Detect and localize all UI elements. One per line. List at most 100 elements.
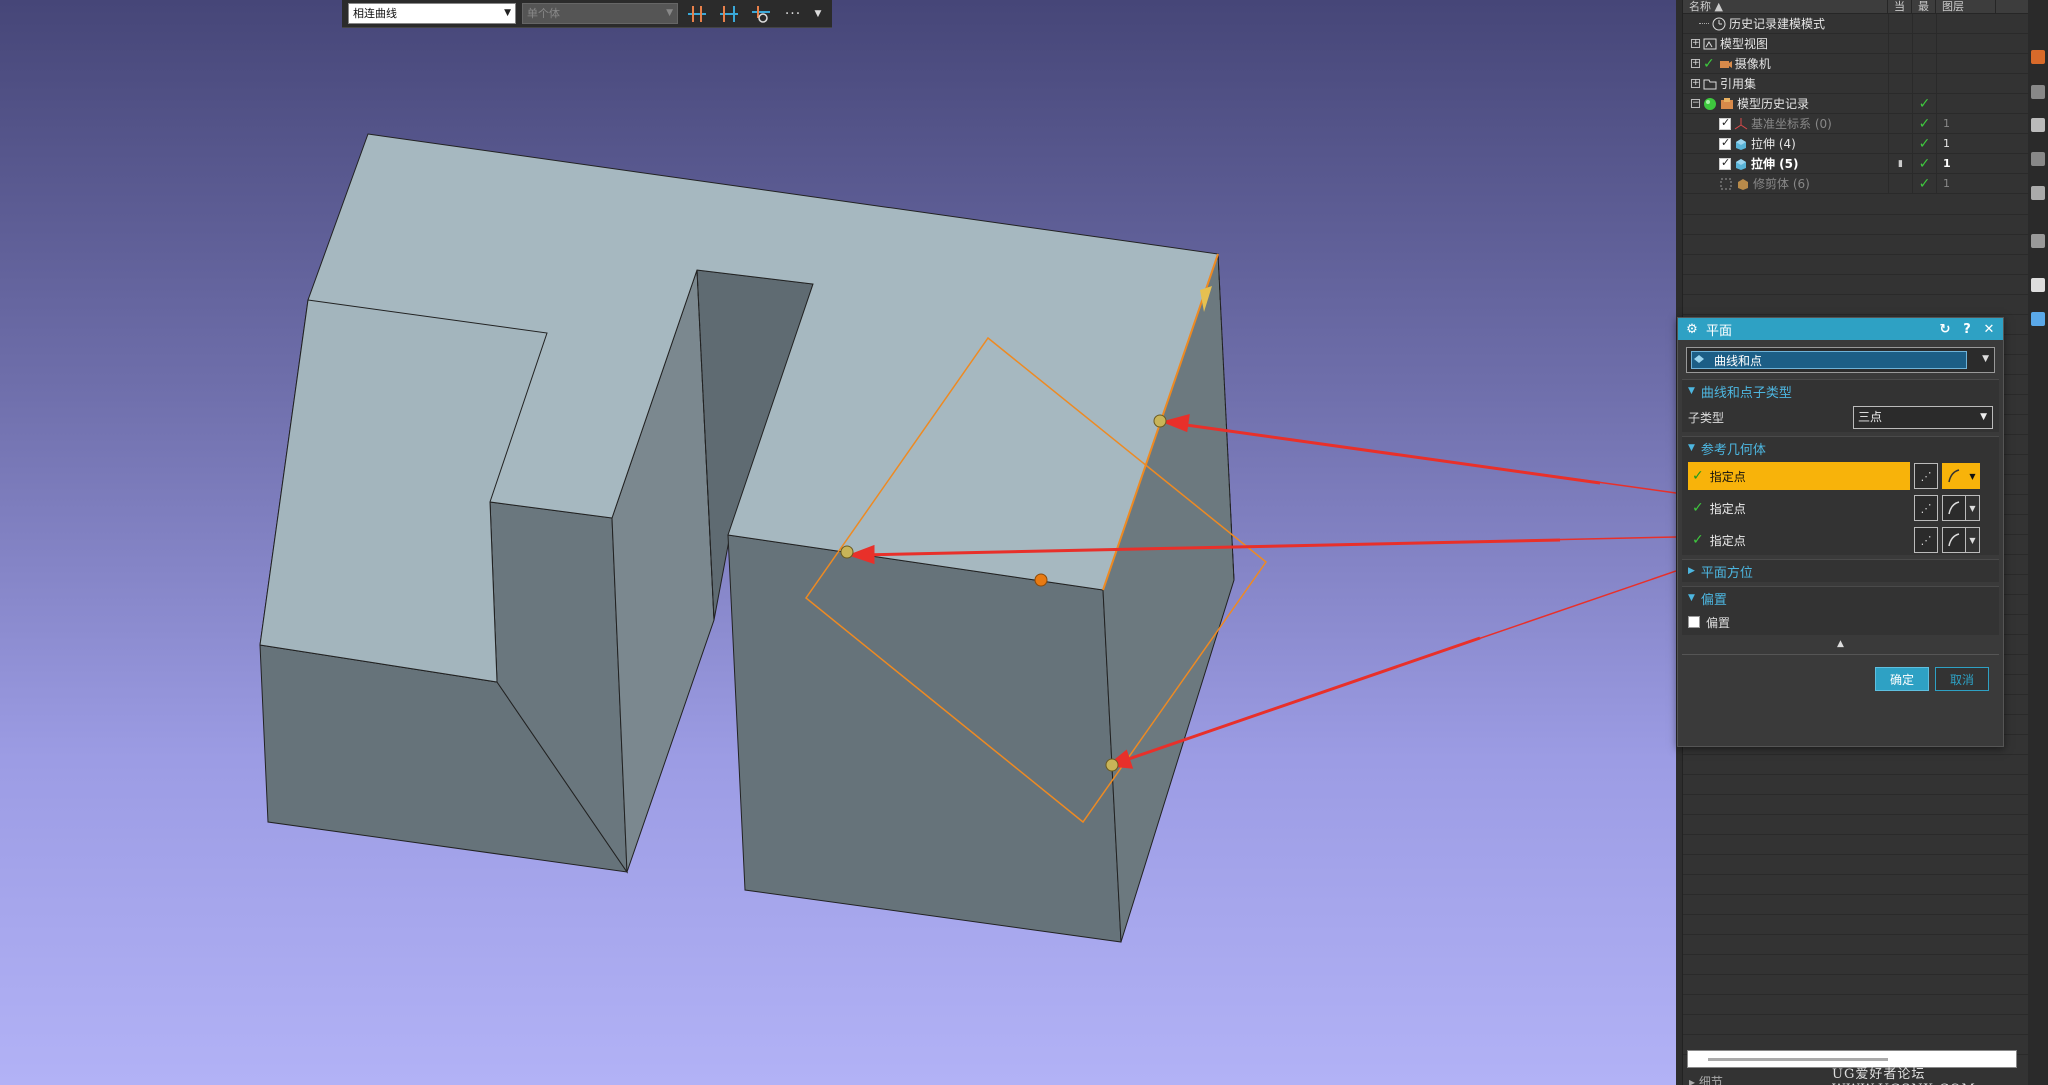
- help-icon[interactable]: ?: [1959, 322, 1975, 337]
- chevron-down-icon: ▼: [1980, 411, 1987, 422]
- tree-item-label: 摄像机: [1734, 57, 1771, 71]
- specify-point-2-row[interactable]: ✓ 指定点 ⋰ ▼: [1688, 493, 1993, 523]
- plane-type-select[interactable]: 曲线和点 ▼: [1686, 347, 1995, 373]
- point-dialog-button[interactable]: ⋰: [1914, 527, 1938, 553]
- offset-checkbox[interactable]: [1688, 616, 1700, 628]
- reference-section-header[interactable]: ▼ 参考几何体: [1682, 437, 1999, 459]
- specify-point-1-row[interactable]: ✓ 指定点 ⋰ ▼: [1688, 461, 1993, 491]
- column-current[interactable]: 当: [1888, 0, 1912, 13]
- web-browser-icon[interactable]: [2031, 186, 2045, 200]
- plane-dialog: ⚙ 平面 ↻ ? ✕ 曲线和点 ▼ ▼ 曲线和点子类型 子类型 三点 ▼ ▼ 参…: [1677, 317, 2004, 747]
- tree-item-trim-body-6[interactable]: 修剪体 (6) ✓ 1: [1683, 174, 2028, 194]
- curve-rule-select[interactable]: 相连曲线 ▼: [348, 3, 516, 24]
- collapse-triangle-icon: ▼: [1688, 386, 1695, 396]
- dialog-collapse-toggle[interactable]: ▲: [1682, 639, 1999, 655]
- specify-point-3-row[interactable]: ✓ 指定点 ⋰ ▼: [1688, 525, 1993, 555]
- subtype-section-header[interactable]: ▼ 曲线和点子类型: [1682, 380, 1999, 402]
- constraint-navigator-icon[interactable]: [2031, 85, 2045, 99]
- scrollbar-thumb[interactable]: [1708, 1058, 1888, 1061]
- model-view-icon: [1703, 37, 1717, 51]
- check-icon: ✓: [1692, 500, 1704, 516]
- latest-check-icon: ✓: [1918, 135, 1931, 152]
- column-name[interactable]: 名称 ▲: [1683, 0, 1888, 13]
- tree-item-cameras[interactable]: + ✓ 摄像机: [1683, 54, 2028, 74]
- roles-icon[interactable]: [2031, 312, 2045, 326]
- tree-item-model-history[interactable]: − 模型历史记录 ✓: [1683, 94, 2028, 114]
- subtype-label: 子类型: [1688, 410, 1725, 425]
- latest-check-icon: ✓: [1918, 155, 1931, 172]
- clock-icon[interactable]: [2031, 278, 2045, 292]
- green-ball-icon: [1703, 97, 1717, 111]
- tree-item-reference-sets[interactable]: + 引用集: [1683, 74, 2028, 94]
- specify-point-label: 指定点: [1709, 501, 1746, 516]
- part-navigator-icon[interactable]: [2031, 118, 2045, 132]
- reuse-library-icon[interactable]: [2031, 152, 2045, 166]
- tree-item-label: 拉伸 (5): [1751, 157, 1799, 171]
- point-dialog-button[interactable]: ⋰: [1914, 463, 1938, 489]
- cancel-button[interactable]: 取消: [1935, 667, 1989, 691]
- collapse-triangle-icon: ▼: [1688, 593, 1695, 603]
- collapse-icon[interactable]: −: [1691, 99, 1700, 108]
- check-icon: ✓: [1692, 468, 1704, 484]
- gear-icon[interactable]: ⚙: [1684, 322, 1700, 337]
- close-icon[interactable]: ✕: [1981, 322, 1997, 337]
- latest-check-icon: ✓: [1918, 95, 1931, 112]
- subtype-select[interactable]: 三点 ▼: [1853, 405, 1993, 429]
- dialog-title-bar[interactable]: ⚙ 平面 ↻ ? ✕: [1678, 318, 2003, 340]
- visibility-checkbox[interactable]: [1719, 116, 1731, 130]
- tree-item-label: 拉伸 (4): [1751, 137, 1796, 151]
- reset-icon[interactable]: ↻: [1937, 322, 1953, 337]
- details-panel-header[interactable]: ▸ 细节: [1689, 1073, 1723, 1085]
- picked-point-2[interactable]: [840, 545, 854, 559]
- ok-button[interactable]: 确定: [1875, 667, 1929, 691]
- point-type-dropdown[interactable]: ▼: [1966, 495, 1980, 521]
- column-layer[interactable]: 图层: [1936, 0, 1996, 13]
- body-filter-select[interactable]: 单个体 ▼: [522, 3, 678, 24]
- orientation-section-header[interactable]: ▶ 平面方位: [1682, 560, 1999, 582]
- trim-body-icon: [1736, 177, 1750, 191]
- assembly-navigator-icon[interactable]: [2031, 50, 2045, 64]
- tree-item-history-mode[interactable]: 历史记录建模模式: [1683, 14, 2028, 34]
- toolbar-dropdown-icon[interactable]: ▼: [812, 3, 824, 25]
- expand-icon[interactable]: +: [1691, 59, 1700, 68]
- resource-bar: [2028, 0, 2048, 1085]
- follow-fillet-icon[interactable]: [716, 3, 742, 25]
- graphics-viewport[interactable]: 相连曲线 ▼ 单个体 ▼ ··· ▼: [0, 0, 1676, 1085]
- subtype-section: ▼ 曲线和点子类型 子类型 三点 ▼: [1682, 379, 1999, 432]
- picked-point-3[interactable]: [1105, 758, 1119, 772]
- visibility-checkbox[interactable]: [1719, 136, 1731, 150]
- chevron-down-icon: ▼: [504, 8, 511, 18]
- visibility-checkbox[interactable]: [1719, 156, 1731, 170]
- inferred-point-button[interactable]: [1942, 527, 1966, 553]
- point-type-dropdown[interactable]: ▼: [1966, 527, 1980, 553]
- tree-item-label: 基准坐标系 (0): [1751, 117, 1832, 131]
- column-latest[interactable]: 最: [1912, 0, 1936, 13]
- stop-at-intersection-icon[interactable]: [684, 3, 710, 25]
- inferred-point-button[interactable]: [1942, 495, 1966, 521]
- inferred-point-button[interactable]: [1942, 463, 1966, 489]
- tree-item-label: 模型历史记录: [1737, 97, 1810, 111]
- tree-item-extrude-5[interactable]: 拉伸 (5) ▮✓1: [1683, 154, 2028, 174]
- more-options-icon[interactable]: ···: [780, 3, 806, 25]
- collapse-triangle-icon: ▼: [1688, 443, 1695, 453]
- tree-item-model-views[interactable]: + 模型视图: [1683, 34, 2028, 54]
- tree-item-datum-csys[interactable]: 基准坐标系 (0) ✓1: [1683, 114, 2028, 134]
- history-icon[interactable]: [2031, 234, 2045, 248]
- chain-between-icon[interactable]: [748, 3, 774, 25]
- expand-triangle-icon: ▶: [1688, 566, 1695, 576]
- clock-icon: [1712, 17, 1726, 31]
- model-scene[interactable]: [0, 0, 1676, 1085]
- point-dialog-button[interactable]: ⋰: [1914, 495, 1938, 521]
- plane-origin-point[interactable]: [1034, 573, 1048, 587]
- picked-point-1[interactable]: [1153, 414, 1167, 428]
- tree-item-extrude-4[interactable]: 拉伸 (4) ✓1: [1683, 134, 2028, 154]
- check-icon: ✓: [1692, 532, 1704, 548]
- watermark-text: UG爱好者论坛 WWW.UGSNX.COM: [1832, 1067, 1975, 1085]
- navigator-header: 名称 ▲ 当 最 图层: [1683, 0, 2028, 14]
- point-type-dropdown[interactable]: ▼: [1966, 463, 1980, 489]
- offset-section-header[interactable]: ▼ 偏置: [1682, 587, 1999, 609]
- expand-icon[interactable]: +: [1691, 79, 1700, 88]
- tree-item-label: 修剪体 (6): [1753, 177, 1810, 191]
- selection-toolbar: 相连曲线 ▼ 单个体 ▼ ··· ▼: [342, 0, 832, 28]
- expand-icon[interactable]: +: [1691, 39, 1700, 48]
